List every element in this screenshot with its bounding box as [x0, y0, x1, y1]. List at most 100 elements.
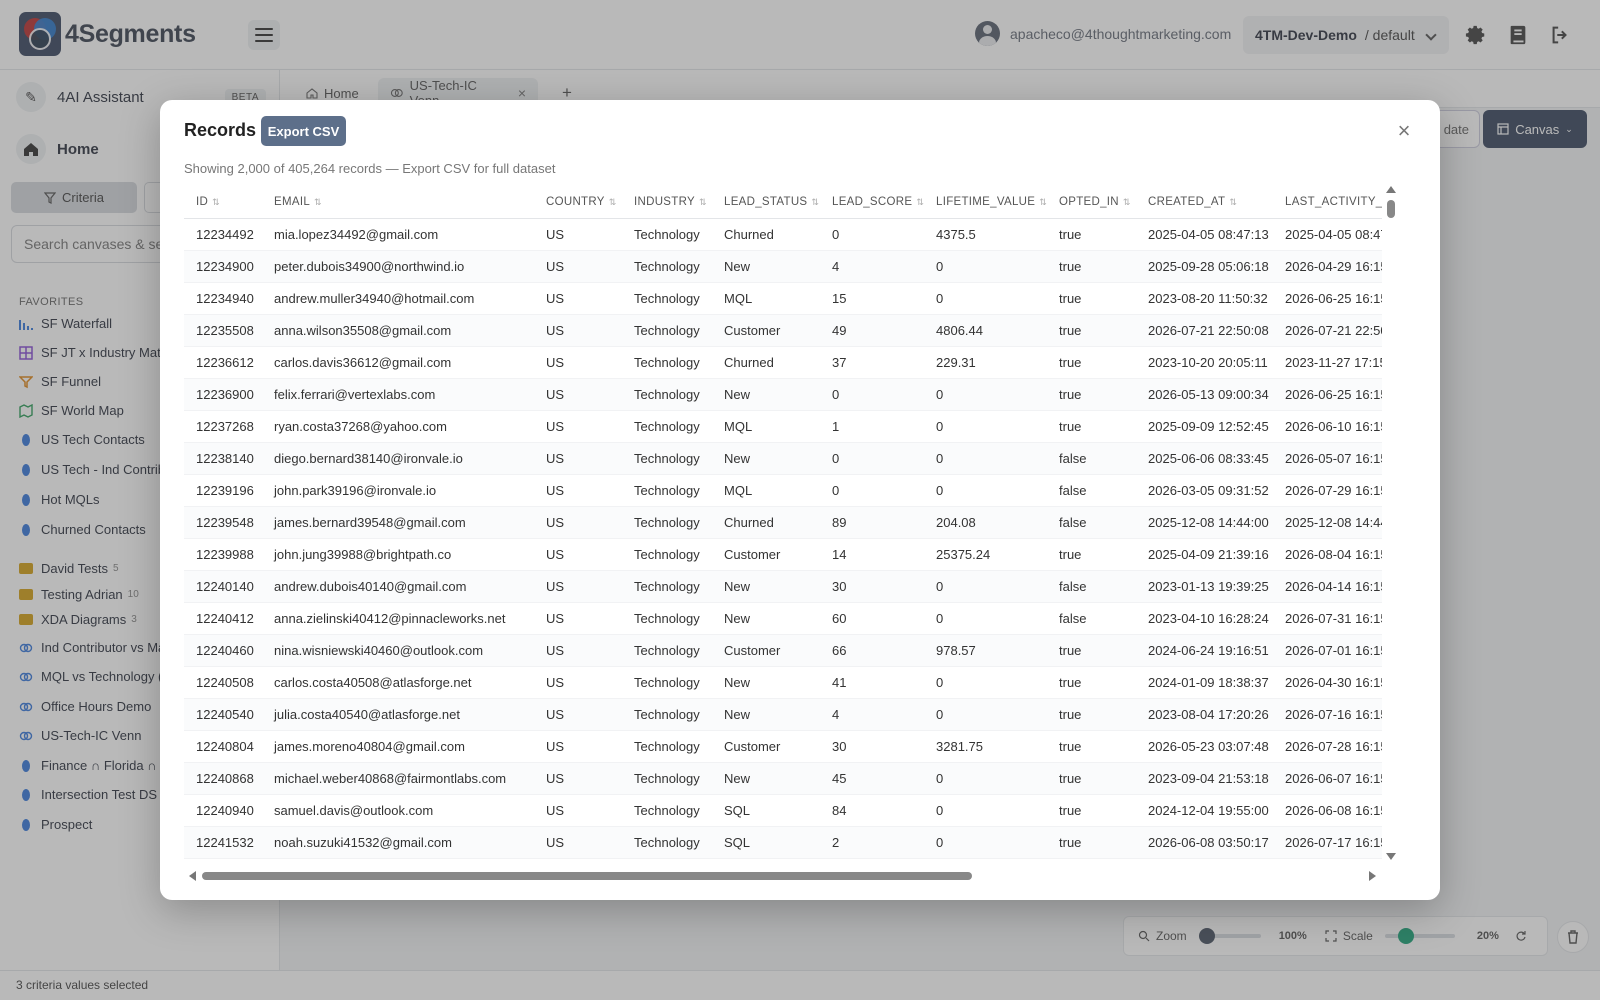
- table-cell: US: [534, 474, 622, 507]
- table-cell: US: [534, 282, 622, 315]
- table-cell: 30: [820, 730, 924, 763]
- column-header-country[interactable]: COUNTRY ⇅: [534, 186, 622, 219]
- scroll-down-arrow-icon[interactable]: [1386, 853, 1396, 860]
- table-row[interactable]: 12240508 carlos.costa40508@atlasforge.net…: [184, 666, 1382, 699]
- column-header-label: LAST_ACTIVITY_AT: [1285, 195, 1382, 208]
- table-cell: john.jung39988@brightpath.co: [262, 538, 534, 571]
- table-cell: US: [534, 570, 622, 603]
- table-row[interactable]: 12239548 james.bernard39548@gmail.com US Te…: [184, 506, 1382, 539]
- table-row[interactable]: 12236612 carlos.davis36612@gmail.com US Tec…: [184, 346, 1382, 379]
- column-header-last-activity-at[interactable]: LAST_ACTIVITY_AT⇅: [1273, 186, 1382, 219]
- table-cell: 0: [820, 218, 924, 251]
- table-cell: US: [534, 538, 622, 571]
- column-header-opted-in[interactable]: OPTED_IN ⇅: [1047, 186, 1136, 219]
- table-row[interactable]: 12240460 nina.wisniewski40460@outlook.com…: [184, 634, 1382, 667]
- table-row[interactable]: 12241532 noah.suzuki41532@gmail.com US Tech…: [184, 826, 1382, 859]
- table-cell: US: [534, 826, 622, 859]
- table-cell: Technology: [622, 506, 712, 539]
- table-cell: Technology: [622, 730, 712, 763]
- table-row[interactable]: 12239988 john.jung39988@brightpath.co US Te…: [184, 538, 1382, 571]
- table-cell: 0: [924, 282, 1047, 315]
- sort-icon[interactable]: ⇅: [811, 197, 819, 207]
- sort-icon[interactable]: ⇅: [1123, 197, 1131, 207]
- table-cell: true: [1047, 794, 1136, 827]
- table-row[interactable]: 12235508 anna.wilson35508@gmail.com US Tech…: [184, 314, 1382, 347]
- table-cell: US: [534, 698, 622, 731]
- table-cell: 2023-01-13 19:39:25: [1136, 570, 1273, 603]
- scroll-up-arrow-icon[interactable]: [1386, 186, 1396, 193]
- column-header-lead-status[interactable]: LEAD_STATUS ⇅: [712, 186, 820, 219]
- table-cell: 66: [820, 634, 924, 667]
- table-cell: 4375.5: [924, 218, 1047, 251]
- table-cell: true: [1047, 282, 1136, 315]
- table-cell: 0: [924, 570, 1047, 603]
- sort-icon[interactable]: ⇅: [609, 197, 617, 207]
- vertical-scroll-thumb[interactable]: [1387, 200, 1395, 218]
- table-cell: Technology: [622, 282, 712, 315]
- table-cell: 2025-04-05 08:47:13: [1136, 218, 1273, 251]
- sort-icon[interactable]: ⇅: [212, 197, 220, 207]
- table-cell: 0: [924, 442, 1047, 475]
- table-cell: 2026-06-25 16:15:00: [1273, 378, 1382, 411]
- sort-icon[interactable]: ⇅: [314, 197, 322, 207]
- table-cell: US: [534, 794, 622, 827]
- table-cell: Technology: [622, 698, 712, 731]
- column-header-created-at[interactable]: CREATED_AT ⇅: [1136, 186, 1273, 219]
- table-cell: diego.bernard38140@ironvale.io: [262, 442, 534, 475]
- table-cell: 2024-06-24 19:16:51: [1136, 634, 1273, 667]
- table-row[interactable]: 12240140 andrew.dubois40140@gmail.com US Te…: [184, 570, 1382, 603]
- column-header-label: EMAIL: [274, 195, 311, 208]
- table-row[interactable]: 12236900 felix.ferrari@vertexlabs.com US Te…: [184, 378, 1382, 411]
- table-row[interactable]: 12240804 james.moreno40804@gmail.com US Tec…: [184, 730, 1382, 763]
- table-cell: 12236900: [184, 378, 262, 411]
- table-cell: peter.dubois34900@northwind.io: [262, 250, 534, 283]
- records-table-container[interactable]: ID ⇅ EMAIL ⇅ COUNTRY ⇅ INDUSTRY ⇅ LEAD_STATUS ⇅ LE…: [184, 186, 1382, 860]
- sort-icon[interactable]: ⇅: [916, 197, 924, 207]
- table-cell: 12240460: [184, 634, 262, 667]
- table-row[interactable]: 12234940 andrew.muller34940@hotmail.com US…: [184, 282, 1382, 315]
- table-cell: 0: [924, 602, 1047, 635]
- table-cell: MQL: [712, 410, 820, 443]
- table-row[interactable]: 12237268 ryan.costa37268@yahoo.com US Techn…: [184, 410, 1382, 443]
- table-cell: 12234940: [184, 282, 262, 315]
- sort-icon[interactable]: ⇅: [1229, 197, 1237, 207]
- table-cell: Technology: [622, 762, 712, 795]
- table-cell: 2026-06-07 16:15:00: [1273, 762, 1382, 795]
- table-cell: nina.wisniewski40460@outlook.com: [262, 634, 534, 667]
- table-cell: true: [1047, 250, 1136, 283]
- table-row[interactable]: 12240868 michael.weber40868@fairmontlabs.…: [184, 762, 1382, 795]
- column-header-industry[interactable]: INDUSTRY ⇅: [622, 186, 712, 219]
- close-icon[interactable]: ×: [1391, 118, 1417, 144]
- scroll-right-arrow-icon[interactable]: [1369, 871, 1376, 881]
- modal-title: Records: [184, 120, 257, 140]
- scroll-left-arrow-icon[interactable]: [189, 871, 196, 881]
- column-header-lifetime-value[interactable]: LIFETIME_VALUE ⇅: [924, 186, 1047, 219]
- table-row[interactable]: 12240412 anna.zielinski40412@pinnaclework…: [184, 602, 1382, 635]
- table-row[interactable]: 12240540 julia.costa40540@atlasforge.net U…: [184, 698, 1382, 731]
- table-cell: 2026-07-29 16:15:00: [1273, 474, 1382, 507]
- sort-icon[interactable]: ⇅: [699, 197, 707, 207]
- vertical-scrollbar[interactable]: [1385, 186, 1397, 860]
- table-cell: Technology: [622, 826, 712, 859]
- table-cell: 14: [820, 538, 924, 571]
- table-row[interactable]: 12239196 john.park39196@ironvale.io US Tech…: [184, 474, 1382, 507]
- column-header-id[interactable]: ID ⇅: [184, 186, 262, 219]
- table-row[interactable]: 12240940 samuel.davis@outlook.com US Techno…: [184, 794, 1382, 827]
- column-header-email[interactable]: EMAIL ⇅: [262, 186, 534, 219]
- horizontal-scrollbar[interactable]: [184, 870, 1380, 882]
- table-cell: james.moreno40804@gmail.com: [262, 730, 534, 763]
- column-header-lead-score[interactable]: LEAD_SCORE ⇅: [820, 186, 924, 219]
- table-cell: Technology: [622, 666, 712, 699]
- sort-icon[interactable]: ⇅: [1039, 197, 1047, 207]
- table-cell: Technology: [622, 634, 712, 667]
- column-header-label: LEAD_STATUS: [724, 195, 808, 208]
- table-row[interactable]: 12234492 mia.lopez34492@gmail.com US Techno…: [184, 218, 1382, 251]
- table-row[interactable]: 12234900 peter.dubois34900@northwind.io US…: [184, 250, 1382, 283]
- table-cell: New: [712, 570, 820, 603]
- table-cell: MQL: [712, 474, 820, 507]
- table-cell: 12238140: [184, 442, 262, 475]
- horizontal-scroll-thumb[interactable]: [202, 872, 972, 880]
- table-cell: 12236612: [184, 346, 262, 379]
- export-csv-button[interactable]: Export CSV: [261, 116, 346, 146]
- table-row[interactable]: 12238140 diego.bernard38140@ironvale.io US…: [184, 442, 1382, 475]
